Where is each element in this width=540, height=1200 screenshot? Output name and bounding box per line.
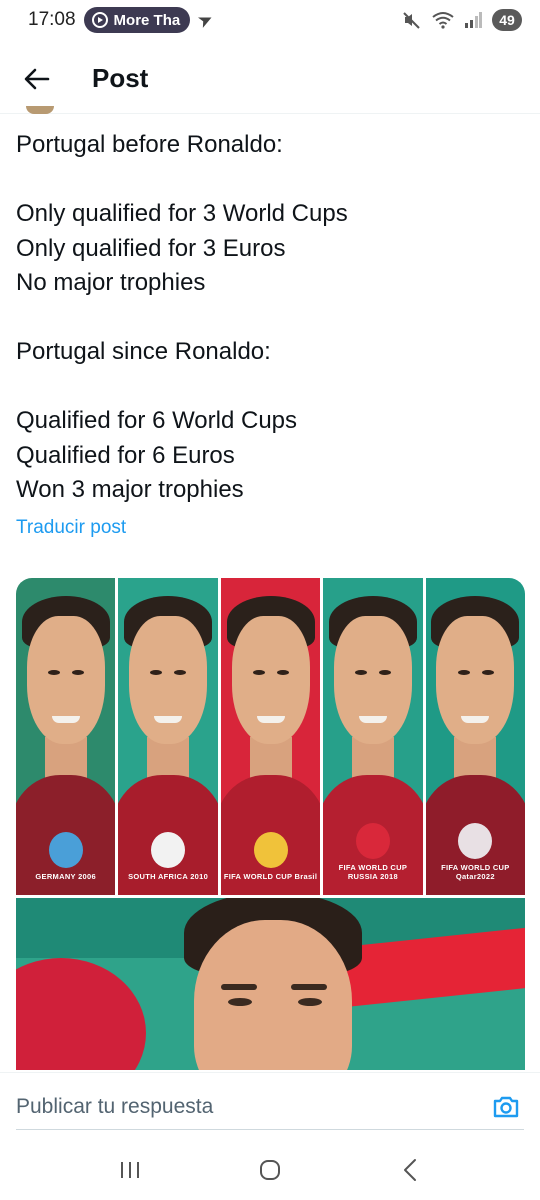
battery-indicator: 49 [492,9,522,31]
tournament-emblem: FIFA WORLD CUP RUSSIA 2018 [326,823,420,881]
notification-pill[interactable]: More Tha [83,7,191,33]
nav-back-button[interactable] [380,1145,440,1195]
emblem-text: FIFA WORLD CUP Qatar2022 [441,863,510,881]
post-line: Portugal before Ronaldo: [16,131,283,158]
home-icon [260,1160,280,1180]
camera-icon [493,1096,519,1117]
post-line: Only qualified for 3 World Cups [16,200,348,227]
collage-panel: FIFA WORLD CUP RUSSIA 2018 [323,578,423,895]
tournament-emblem: FIFA WORLD CUP Qatar2022 [428,823,522,881]
author-avatar[interactable] [26,106,54,114]
back-chevron-icon [404,1159,416,1181]
translate-post-link[interactable]: Traducir post [16,517,126,539]
status-icons: 49 [402,9,522,31]
post-header: Post [0,44,540,114]
emblem-text: SOUTH AFRICA 2010 [128,872,209,881]
post-line: Only qualified for 3 Euros [16,234,286,262]
tournament-emblem: GERMANY 2006 [19,832,113,881]
reply-input[interactable]: Publicar tu respuesta [16,1095,486,1119]
post-line: Portugal since Ronaldo: [16,338,271,365]
arrow-left-icon [24,68,50,89]
mute-icon [403,12,420,29]
recents-icon [121,1162,139,1178]
tournament-logo-icon [355,823,390,859]
emblem-text: GERMANY 2006 [35,872,96,881]
collage-panel: GERMANY 2006 [16,578,116,895]
page-title: Post [92,63,149,93]
post-body: Portugal before Ronaldo: Only qualified … [16,128,521,508]
status-time: 17:08 [28,9,76,30]
collage-panel: FIFA WORLD CUP Brasil [220,578,321,895]
tournament-emblem: SOUTH AFRICA 2010 [121,832,215,881]
telegram-icon: ➤ [194,7,217,32]
post-line: No major trophies [16,269,206,296]
reply-divider [16,1129,524,1130]
tournament-logo-icon [151,832,186,868]
signal-icon [465,12,482,28]
notification-pill-label: More Tha [113,11,181,29]
post-line: Qualified for 6 World Cups [16,407,298,434]
emblem-text: FIFA WORLD CUP RUSSIA 2018 [338,863,408,881]
recents-button[interactable] [100,1145,160,1195]
tournament-emblem: FIFA WORLD CUP Brasil [224,832,318,881]
post-line: Qualified for 6 Euros [16,441,235,469]
portrait-panel [16,898,525,1070]
collage-panel: FIFA WORLD CUP Qatar2022 [425,578,525,895]
tournament-logo-icon [253,832,288,868]
post-line [16,370,521,405]
camera-button[interactable] [486,1087,526,1127]
status-bar: 17:08 More Tha ➤ 49 [0,0,540,40]
emblem-text: FIFA WORLD CUP Brasil [223,872,318,881]
post-line: Won 3 major trophies [16,476,244,503]
media-play-icon [91,12,108,28]
post-line [16,163,521,198]
back-button[interactable] [12,54,62,104]
tournament-logo-icon [48,832,83,868]
home-button[interactable] [240,1145,300,1195]
post-line [16,301,521,336]
collage-panel: SOUTH AFRICA 2010 [118,578,218,895]
post-media[interactable]: GERMANY 2006 SOUTH AFRICA 2010 FIFA WORL… [16,578,525,1070]
system-nav-bar [0,1140,540,1200]
tournament-logo-icon [458,823,493,859]
wifi-icon [432,12,454,29]
world-cup-collage: GERMANY 2006 SOUTH AFRICA 2010 FIFA WORL… [16,578,525,895]
